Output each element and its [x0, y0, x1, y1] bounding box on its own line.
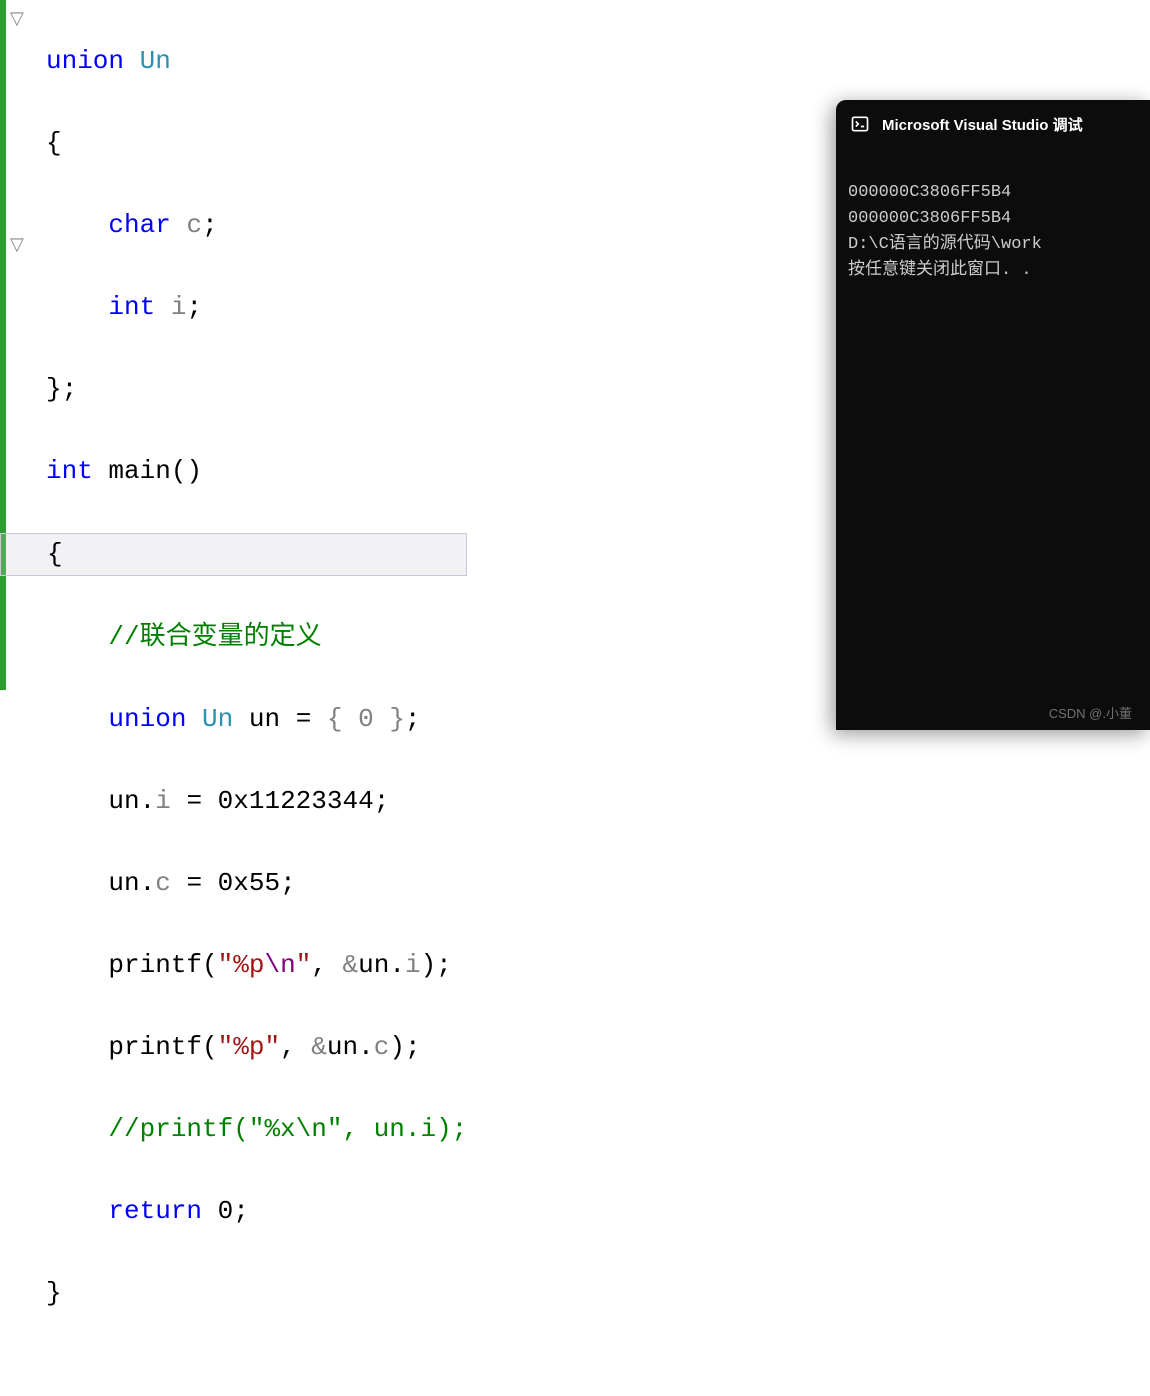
variable: c [186, 210, 202, 240]
brace: } [46, 374, 62, 404]
console-titlebar[interactable]: Microsoft Visual Studio 调试 [836, 100, 1150, 148]
brace: { [46, 128, 62, 158]
keyword-int: int [108, 292, 155, 322]
comment: //联合变量的定义 [108, 622, 321, 652]
brace: } [46, 1278, 62, 1308]
function-name: main [108, 456, 170, 486]
console-title: Microsoft Visual Studio 调试 [882, 114, 1083, 135]
keyword-int: int [46, 456, 93, 486]
string-literal: "%p" [218, 1032, 280, 1062]
keyword-union: union [46, 46, 124, 76]
escape-sequence: \n [264, 950, 295, 980]
function-call: printf [108, 950, 202, 980]
output-line: 000000C3806FF5B4 [848, 209, 1011, 228]
current-line-highlight: { [0, 533, 467, 576]
hex-literal: 0x55 [218, 868, 280, 898]
variable: un [108, 786, 139, 816]
brace: { [47, 539, 63, 569]
keyword-char: char [108, 210, 170, 240]
variable: i [171, 292, 187, 322]
variable: un [108, 868, 139, 898]
output-line: 按任意键关闭此窗口. . [848, 261, 1032, 280]
output-line: D:\C语言的源代码\work [848, 235, 1042, 254]
console-output: 000000C3806FF5B4 000000C3806FF5B4 D:\C语言… [836, 148, 1150, 316]
debug-console-window[interactable]: Microsoft Visual Studio 调试 000000C3806FF… [836, 100, 1150, 730]
code-content[interactable]: union Un { char c; int i; }; int main() … [6, 0, 467, 1396]
hex-literal: 0x11223344 [218, 786, 374, 816]
watermark: CSDN @.小董 [1049, 703, 1132, 722]
comment: //printf("%x\n", un.i); [108, 1114, 467, 1144]
terminal-icon [850, 114, 870, 134]
keyword-return: return [108, 1196, 202, 1226]
type-name: Un [140, 46, 171, 76]
output-line: 000000C3806FF5B4 [848, 183, 1011, 202]
function-call: printf [108, 1032, 202, 1062]
string-literal: "%p [218, 950, 265, 980]
